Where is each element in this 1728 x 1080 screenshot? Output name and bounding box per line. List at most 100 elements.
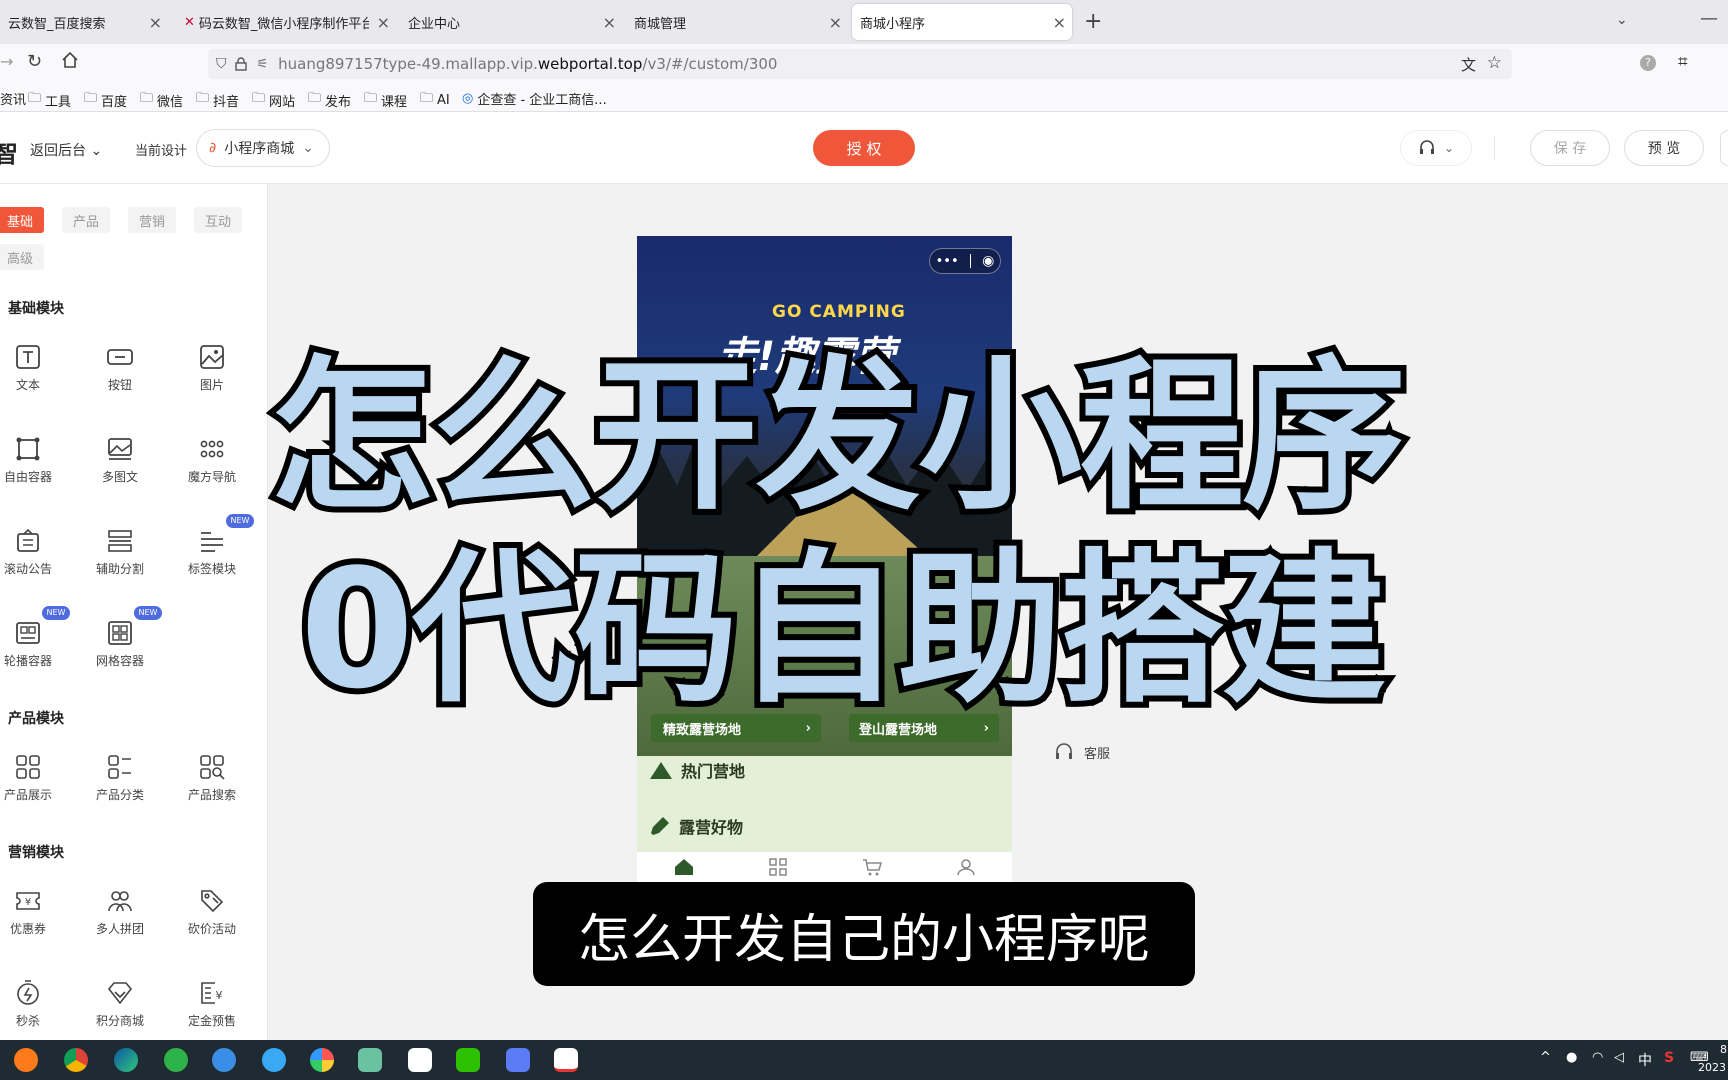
browser-tab[interactable]: 商城管理 × bbox=[626, 4, 848, 40]
coupon-icon: ¥ bbox=[16, 892, 40, 910]
authorize-button[interactable]: 授 权 bbox=[813, 130, 915, 166]
bookmark-item[interactable]: 资讯 bbox=[0, 89, 26, 108]
component-text[interactable]: 文本 bbox=[0, 344, 68, 393]
bookmark-folder[interactable]: 🗀 AI bbox=[420, 89, 450, 111]
close-icon[interactable]: × bbox=[829, 13, 842, 32]
app-icon[interactable] bbox=[358, 1048, 382, 1072]
bookmark-folder[interactable]: 🗀 工具 bbox=[28, 89, 71, 111]
new-badge: NEW bbox=[226, 514, 254, 528]
tab-product[interactable]: 产品 bbox=[62, 207, 110, 233]
section-title: 基础模块 bbox=[8, 301, 64, 317]
qq-browser-icon[interactable] bbox=[262, 1048, 286, 1072]
component-product-display[interactable]: 产品展示 bbox=[0, 754, 68, 803]
support-dropdown[interactable]: ⌄ bbox=[1400, 130, 1472, 166]
sogou-icon[interactable] bbox=[212, 1048, 236, 1072]
component-coupon[interactable]: ¥ 优惠券 bbox=[0, 888, 68, 937]
bookmark-folder[interactable]: 🗀 微信 bbox=[140, 89, 183, 111]
bookmark-folder[interactable]: 🗀 抖音 bbox=[196, 89, 239, 111]
new-tab-icon[interactable]: + bbox=[1084, 9, 1102, 34]
close-icon[interactable]: × bbox=[377, 13, 390, 32]
close-icon[interactable]: × bbox=[1053, 13, 1066, 32]
chrome-icon[interactable] bbox=[64, 1048, 88, 1072]
bookmark-folder[interactable]: 🗀 课程 bbox=[364, 89, 407, 111]
browser-360-icon[interactable] bbox=[164, 1048, 188, 1072]
url-field[interactable]: ⛉ ⚟ huang897157type-49.mallapp.vip.webpo… bbox=[208, 49, 1512, 79]
permissions-icon[interactable]: ⚟ bbox=[257, 57, 269, 72]
sogou-ime-icon[interactable]: S bbox=[1664, 1050, 1674, 1066]
close-circle-icon[interactable]: ◉ bbox=[982, 253, 994, 269]
component-grid-container[interactable]: 网格容器 bbox=[80, 620, 160, 669]
component-divider[interactable]: 辅助分割 bbox=[80, 528, 160, 577]
wechat-icon[interactable] bbox=[456, 1048, 480, 1072]
component-group-buy[interactable]: 多人拼团 bbox=[80, 888, 160, 937]
tab-marketing[interactable]: 营销 bbox=[128, 207, 176, 233]
tab-advanced[interactable]: 高级 bbox=[0, 244, 44, 270]
tab-interaction[interactable]: 互动 bbox=[194, 207, 242, 233]
browser-tab[interactable]: 企业中心 × bbox=[400, 4, 622, 40]
back-to-admin-button[interactable]: 返回后台 ⌄ bbox=[30, 140, 102, 160]
category-icon[interactable] bbox=[769, 858, 787, 876]
ime-indicator[interactable]: 中 bbox=[1638, 1050, 1652, 1070]
component-image[interactable]: 图片 bbox=[172, 344, 252, 393]
browser-tab[interactable]: 云数智_百度搜索 × bbox=[0, 4, 168, 40]
component-button[interactable]: 按钮 bbox=[80, 344, 160, 393]
component-bargain[interactable]: 砍价活动 bbox=[172, 888, 252, 937]
customer-service-tool[interactable]: 客服 bbox=[1054, 742, 1110, 762]
firefox-icon[interactable] bbox=[14, 1048, 38, 1072]
user-icon[interactable] bbox=[956, 858, 975, 876]
bookmark-folder[interactable]: 🗀 发布 bbox=[308, 89, 351, 111]
component-magic-nav[interactable]: 魔方导航 bbox=[172, 436, 252, 485]
microphone-icon[interactable]: ● bbox=[1566, 1050, 1577, 1065]
section-camp-goods[interactable]: 露营好物 bbox=[649, 814, 743, 838]
more-button[interactable] bbox=[1720, 130, 1728, 166]
photos-icon[interactable] bbox=[310, 1048, 334, 1072]
component-carousel[interactable]: 轮播容器 bbox=[0, 620, 68, 669]
tab-basic[interactable]: 基础 bbox=[0, 207, 44, 233]
component-multi-image-text[interactable]: 多图文 bbox=[80, 436, 160, 485]
close-icon[interactable]: × bbox=[603, 13, 616, 32]
browser-tab[interactable]: ✕ 码云数智_微信小程序制作平台_ × bbox=[176, 4, 396, 40]
component-tag[interactable]: 标签模块 bbox=[172, 528, 252, 577]
bookmark-folder[interactable]: 🗀 网站 bbox=[252, 89, 295, 111]
bookmark-folder[interactable]: 🗀 百度 bbox=[84, 89, 127, 111]
edge-icon[interactable] bbox=[114, 1048, 138, 1072]
cart-icon[interactable] bbox=[862, 858, 882, 876]
browser-tab-active[interactable]: 商城小程序 × bbox=[852, 4, 1072, 40]
more-dots-icon[interactable]: ••• bbox=[936, 254, 959, 269]
save-button[interactable]: 保 存 bbox=[1530, 130, 1610, 166]
component-deposit-presale[interactable]: ¥ 定金预售 bbox=[172, 980, 252, 1029]
preview-button[interactable]: 预 览 bbox=[1624, 130, 1704, 166]
home-icon[interactable] bbox=[674, 858, 694, 876]
current-design-label: 当前设计 bbox=[135, 144, 188, 159]
component-product-category[interactable]: 产品分类 bbox=[80, 754, 160, 803]
tag-list-icon bbox=[201, 532, 223, 552]
star-icon[interactable]: ☆ bbox=[1487, 53, 1502, 73]
component-points-mall[interactable]: 积分商城 bbox=[80, 980, 160, 1029]
close-icon[interactable]: × bbox=[149, 13, 162, 32]
design-select[interactable]: ∂ 小程序商城 ⌄ bbox=[196, 129, 330, 167]
qq-icon[interactable] bbox=[408, 1048, 432, 1072]
component-free-container[interactable]: 自由容器 bbox=[0, 436, 68, 485]
capsule-menu[interactable]: ••• ◉ bbox=[929, 248, 1001, 274]
headset-icon bbox=[1056, 743, 1072, 759]
minimize-icon[interactable]: — bbox=[1700, 8, 1718, 29]
section-hot-camps[interactable]: 热门营地 bbox=[649, 758, 745, 782]
translate-icon[interactable]: 文 bbox=[1461, 54, 1476, 75]
overlay-title-line2: 0代码自助搭建 bbox=[294, 534, 1392, 725]
crop-icon[interactable]: ⌗ bbox=[1678, 52, 1688, 72]
bookmark-item[interactable]: ◎ 企查查 - 企业工商信... bbox=[462, 89, 607, 108]
chevron-up-icon[interactable]: ^ bbox=[1540, 1050, 1551, 1065]
help-icon[interactable]: ? bbox=[1640, 55, 1656, 71]
notes-icon[interactable] bbox=[506, 1048, 530, 1072]
component-scroll-notice[interactable]: 滚动公告 bbox=[0, 528, 68, 577]
home-icon[interactable] bbox=[61, 51, 79, 69]
volume-icon[interactable]: ◁ bbox=[1614, 1050, 1624, 1065]
component-flash-sale[interactable]: 秒杀 bbox=[0, 980, 68, 1029]
reload-icon[interactable]: ↻ bbox=[27, 51, 42, 72]
logo: 智 bbox=[0, 140, 18, 168]
component-product-search[interactable]: 产品搜索 bbox=[172, 754, 252, 803]
chevron-down-icon[interactable]: ⌄ bbox=[1616, 12, 1628, 28]
video-editor-icon[interactable] bbox=[554, 1048, 578, 1072]
forward-icon[interactable]: → bbox=[0, 52, 13, 71]
wifi-icon[interactable]: ◠ bbox=[1592, 1050, 1603, 1065]
